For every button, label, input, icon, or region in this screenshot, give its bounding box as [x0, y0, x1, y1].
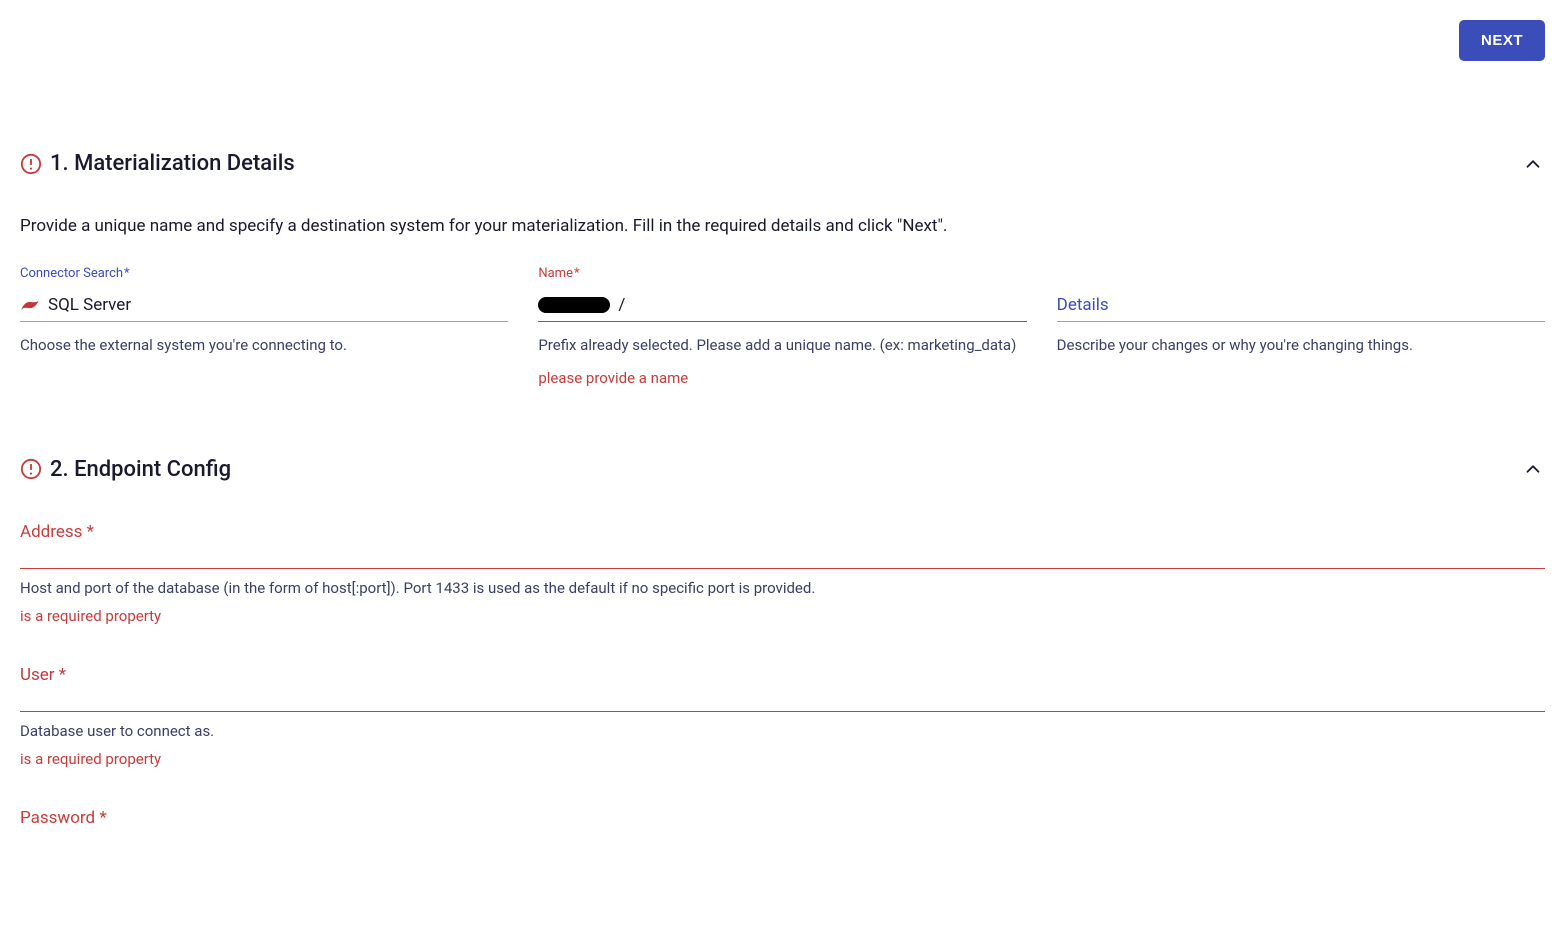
connector-search-field: Connector Search* SQL Server Choose the …: [20, 266, 508, 387]
section-title: 2. Endpoint Config: [50, 457, 231, 482]
connector-search-label: Connector Search*: [20, 266, 508, 281]
connector-search-value: SQL Server: [48, 295, 131, 315]
section-endpoint-config: 2. Endpoint Config Address * Host and po…: [20, 457, 1545, 828]
chevron-up-icon[interactable]: [1521, 152, 1545, 176]
details-input[interactable]: Details: [1057, 291, 1545, 322]
user-field: User * Database user to connect as. is a…: [20, 665, 1545, 768]
password-label: Password *: [20, 808, 1545, 828]
details-field: Details Describe your changes or why you…: [1057, 266, 1545, 387]
address-field: Address * Host and port of the database …: [20, 522, 1545, 625]
section-header[interactable]: 2. Endpoint Config: [20, 457, 1545, 482]
user-helper: Database user to connect as.: [20, 722, 1545, 740]
section-description: Provide a unique name and specify a dest…: [20, 216, 1545, 236]
address-input[interactable]: [20, 544, 1545, 569]
sql-server-icon: [20, 298, 40, 312]
name-error: please provide a name: [538, 369, 1026, 387]
name-prefix-redacted: [538, 297, 610, 313]
name-helper: Prefix already selected. Please add a un…: [538, 334, 1026, 357]
name-field: Name* / Prefix already selected. Please …: [538, 266, 1026, 387]
user-label: User *: [20, 665, 1545, 685]
chevron-up-icon[interactable]: [1521, 457, 1545, 481]
next-button[interactable]: NEXT: [1459, 20, 1545, 61]
address-error: is a required property: [20, 607, 1545, 625]
password-field: Password *: [20, 808, 1545, 828]
user-error: is a required property: [20, 750, 1545, 768]
details-label-spacer: [1057, 266, 1545, 281]
user-input[interactable]: [20, 687, 1545, 712]
address-label: Address *: [20, 522, 1545, 542]
details-placeholder: Details: [1057, 295, 1109, 315]
connector-search-input[interactable]: SQL Server: [20, 291, 508, 322]
name-prefix-slash: /: [618, 295, 625, 315]
section-title: 1. Materialization Details: [50, 151, 295, 176]
alert-icon: [20, 153, 42, 175]
name-input[interactable]: /: [538, 291, 1026, 322]
alert-icon: [20, 458, 42, 480]
details-helper: Describe your changes or why you're chan…: [1057, 334, 1545, 357]
top-bar: NEXT: [20, 20, 1545, 61]
connector-search-helper: Choose the external system you're connec…: [20, 334, 508, 357]
section-materialization-details: 1. Materialization Details Provide a uni…: [20, 151, 1545, 387]
address-helper: Host and port of the database (in the fo…: [20, 579, 1545, 597]
section-header[interactable]: 1. Materialization Details: [20, 151, 1545, 176]
name-label: Name*: [538, 266, 1026, 281]
